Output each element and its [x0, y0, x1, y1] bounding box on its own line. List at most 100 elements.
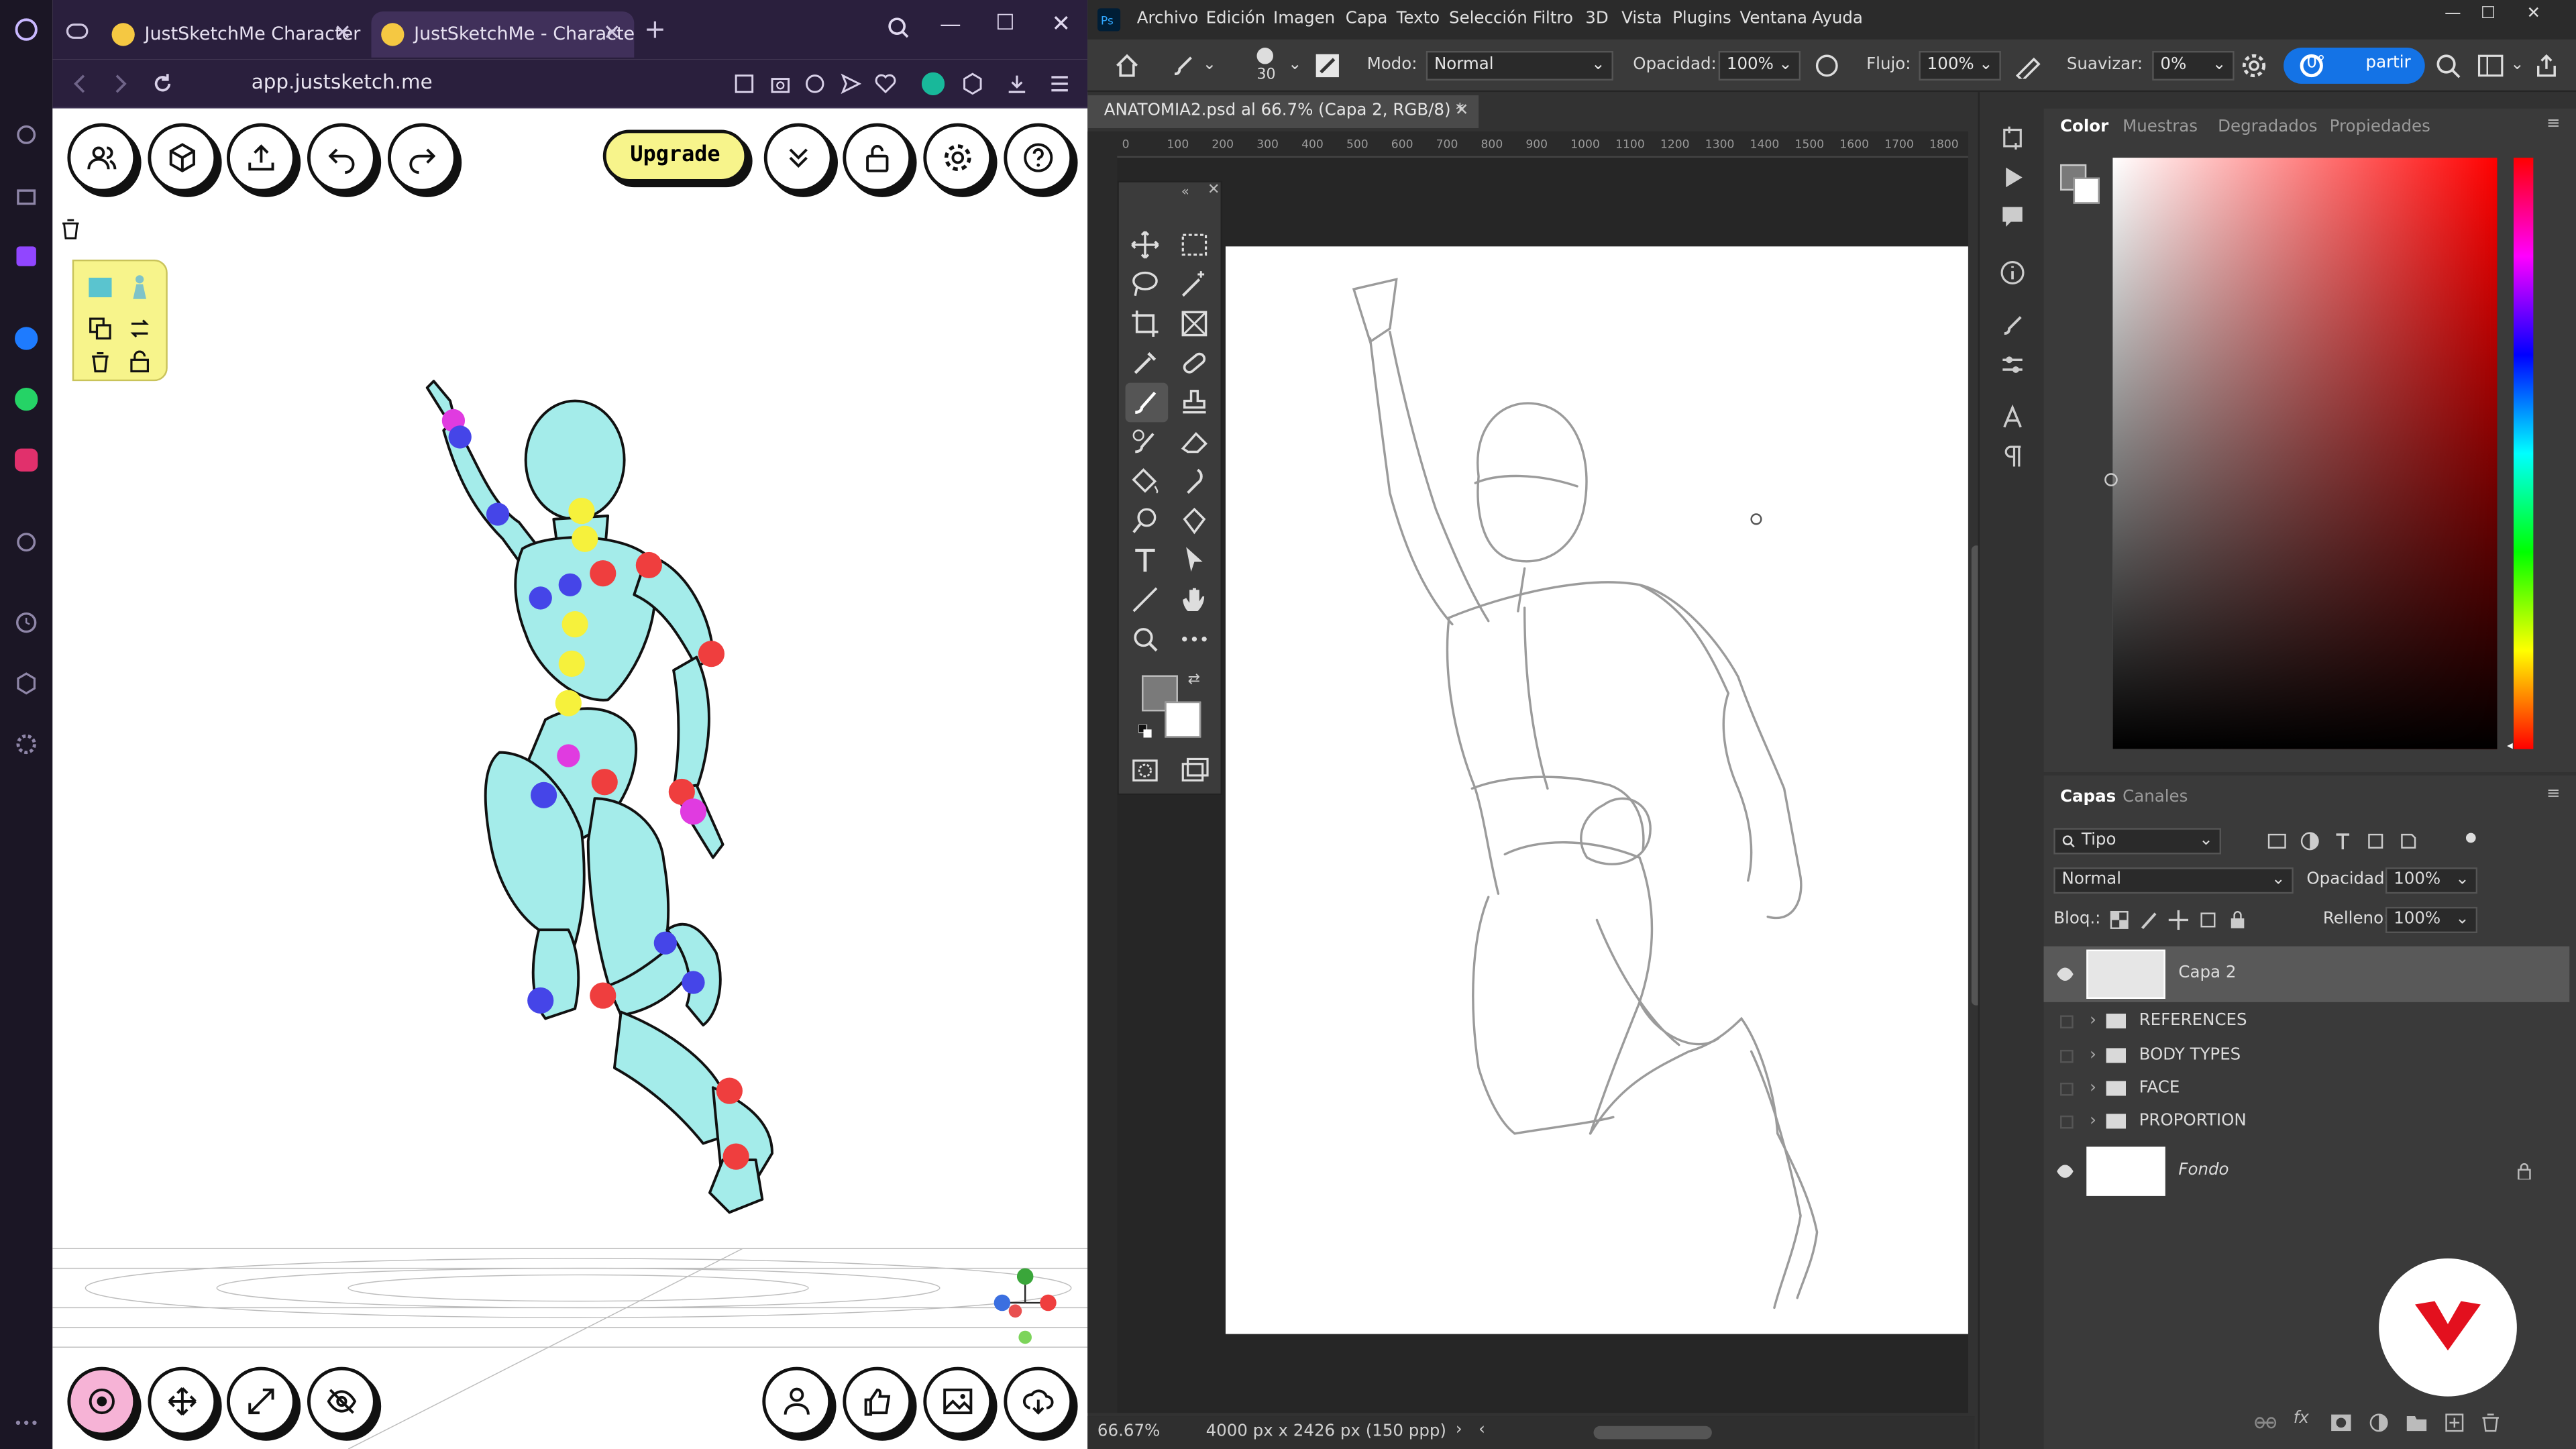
comments-icon[interactable]	[1999, 204, 2025, 230]
color-field[interactable]	[2112, 158, 2498, 749]
menu-plugins[interactable]: Plugins	[1672, 10, 1731, 28]
new-group-icon[interactable]	[2405, 1413, 2428, 1432]
close-document-icon[interactable]: ✕	[1455, 95, 1469, 128]
background-color-swatch[interactable]	[1165, 701, 1201, 738]
move-button[interactable]	[148, 1366, 217, 1436]
default-colors-icon[interactable]	[1138, 724, 1152, 738]
share-button[interactable]: 0° partir	[2284, 48, 2425, 84]
flow-field[interactable]: 100% ⌄	[1919, 50, 2001, 81]
quick-mask-icon[interactable]	[1128, 754, 1161, 787]
edit-icon[interactable]	[733, 72, 755, 95]
menu-ventana[interactable]: Ventana	[1739, 10, 1807, 28]
menu-filtro[interactable]: Filtro	[1533, 10, 1573, 28]
visibility-toggle[interactable]	[2060, 1015, 2074, 1029]
layer-group-row[interactable]: › REFERENCES	[2044, 1006, 2570, 1038]
layer-row[interactable]: Capa 2	[2043, 946, 2570, 1002]
ps-minimize-icon[interactable]: —	[2445, 5, 2461, 23]
tab-swatches[interactable]: Muestras	[2123, 118, 2198, 136]
tab-properties[interactable]: Propiedades	[2330, 118, 2430, 136]
minimize-icon[interactable]: —	[940, 13, 961, 38]
tab-color[interactable]: Color	[2060, 118, 2108, 136]
document-tab[interactable]: ANATOMIA2.psd al 66.7% (Capa 2, RGB/8) *…	[1087, 95, 1479, 129]
lock-artboard-icon[interactable]	[2198, 910, 2218, 930]
stamp-tool-icon[interactable]	[1178, 386, 1211, 419]
eyedropper-tool-icon[interactable]	[1128, 347, 1161, 380]
menu-icon[interactable]	[1048, 72, 1071, 95]
layer-group-row[interactable]: › FACE	[2044, 1073, 2570, 1106]
paint-bucket-tool-icon[interactable]	[1128, 465, 1161, 498]
layers-menu-icon[interactable]: ≡	[2546, 786, 2561, 804]
extensions-cube-icon[interactable]	[961, 72, 984, 95]
chevron-right-icon[interactable]: ›	[2090, 1073, 2096, 1106]
close-panel-icon[interactable]: ✕	[1208, 182, 1220, 199]
history-icon[interactable]	[13, 610, 40, 636]
screen-mode-icon[interactable]	[1178, 754, 1211, 787]
healing-brush-tool-icon[interactable]	[1178, 347, 1211, 380]
horizontal-scrollbar[interactable]	[1593, 1426, 1712, 1440]
chevron-right-icon[interactable]: ›	[2090, 1040, 2096, 1073]
eye-icon[interactable]	[2057, 1165, 2074, 1178]
menu-vista[interactable]: Vista	[1621, 10, 1662, 28]
blend-mode-select[interactable]: Normal ⌄	[2053, 867, 2294, 894]
path-selection-tool-icon[interactable]	[1178, 544, 1211, 577]
layer-style-icon[interactable]: fx	[2294, 1409, 2309, 1428]
visibility-toggle[interactable]	[2060, 1115, 2074, 1129]
frame-tool-icon[interactable]	[1178, 307, 1211, 340]
layer-opacity-field[interactable]: 100% ⌄	[2385, 867, 2478, 894]
workspace-icon[interactable]	[2477, 52, 2504, 78]
tab-layers[interactable]: Capas	[2060, 789, 2116, 807]
ps-close-icon[interactable]: ✕	[2527, 5, 2541, 23]
move-tool-icon[interactable]	[1128, 228, 1161, 261]
adjustment-layer-icon[interactable]	[2369, 1413, 2388, 1432]
search-icon[interactable]	[2434, 52, 2461, 78]
chevron-right-icon[interactable]: ›	[2090, 1006, 2096, 1038]
collapse-panel-icon[interactable]: «	[1181, 184, 1189, 199]
filter-smart-object-icon[interactable]	[2399, 831, 2418, 851]
cube-icon[interactable]	[13, 670, 40, 696]
more-tools-icon[interactable]	[1178, 623, 1211, 655]
pose-library-button[interactable]	[762, 1366, 832, 1436]
heart-icon[interactable]	[874, 72, 897, 95]
close-window-icon[interactable]: ✕	[1051, 11, 1071, 38]
hand-tool-icon[interactable]	[1178, 583, 1211, 616]
settings-icon[interactable]	[13, 731, 40, 757]
chevron-down-icon[interactable]: ⌄	[1288, 56, 1302, 74]
line-tool-icon[interactable]	[1128, 583, 1161, 616]
tracking-block-icon[interactable]	[804, 72, 826, 95]
filter-type-icon[interactable]	[2333, 831, 2353, 851]
search-tabs-icon[interactable]	[887, 16, 910, 39]
lasso-tool-icon[interactable]	[1128, 268, 1161, 301]
tab-justsketchme-2[interactable]: JustSketchMe - Character p ✕	[371, 11, 635, 58]
visibility-toggle[interactable]	[2060, 1082, 2074, 1096]
document-canvas[interactable]	[1225, 246, 1968, 1334]
hide-joints-button[interactable]	[307, 1366, 376, 1436]
send-icon[interactable]	[839, 72, 862, 95]
menu-3d[interactable]: 3D	[1585, 10, 1608, 28]
image-button[interactable]	[923, 1366, 993, 1436]
brush-settings-panel-icon[interactable]	[1999, 312, 2025, 338]
ps-restore-icon[interactable]: ☐	[2481, 5, 2496, 23]
dodge-tool-icon[interactable]	[1128, 504, 1161, 537]
marquee-tool-icon[interactable]	[1178, 228, 1211, 261]
menu-archivo[interactable]: Archivo	[1137, 10, 1199, 28]
eraser-tool-icon[interactable]	[1178, 425, 1211, 458]
panel-menu-icon[interactable]: ≡	[2546, 115, 2561, 133]
tab-channels[interactable]: Canales	[2123, 789, 2188, 807]
sidebar-bag-icon[interactable]	[13, 182, 40, 209]
fill-field[interactable]: 100% ⌄	[2385, 906, 2478, 934]
actions-play-icon[interactable]	[1999, 164, 2025, 191]
zoom-tool-icon[interactable]	[1128, 623, 1161, 655]
visibility-toggle[interactable]	[2060, 1049, 2074, 1063]
twitch-icon[interactable]	[13, 243, 40, 269]
hand-pose-button[interactable]	[843, 1366, 912, 1436]
chevron-right-icon[interactable]: ›	[2090, 1106, 2096, 1138]
pressure-opacity-icon[interactable]	[1814, 52, 1840, 78]
chevron-right-icon[interactable]: ›	[1456, 1421, 1462, 1439]
filter-toggle-icon[interactable]	[2461, 831, 2481, 851]
crop-tool-icon[interactable]	[1128, 307, 1161, 340]
filter-pixel-icon[interactable]	[2267, 831, 2287, 851]
smudge-tool-icon[interactable]	[1178, 465, 1211, 498]
tab-gradients[interactable]: Degradados	[2218, 118, 2317, 136]
character-panel-icon[interactable]	[1999, 404, 2025, 430]
tab-gamepad-icon[interactable]	[66, 21, 89, 41]
